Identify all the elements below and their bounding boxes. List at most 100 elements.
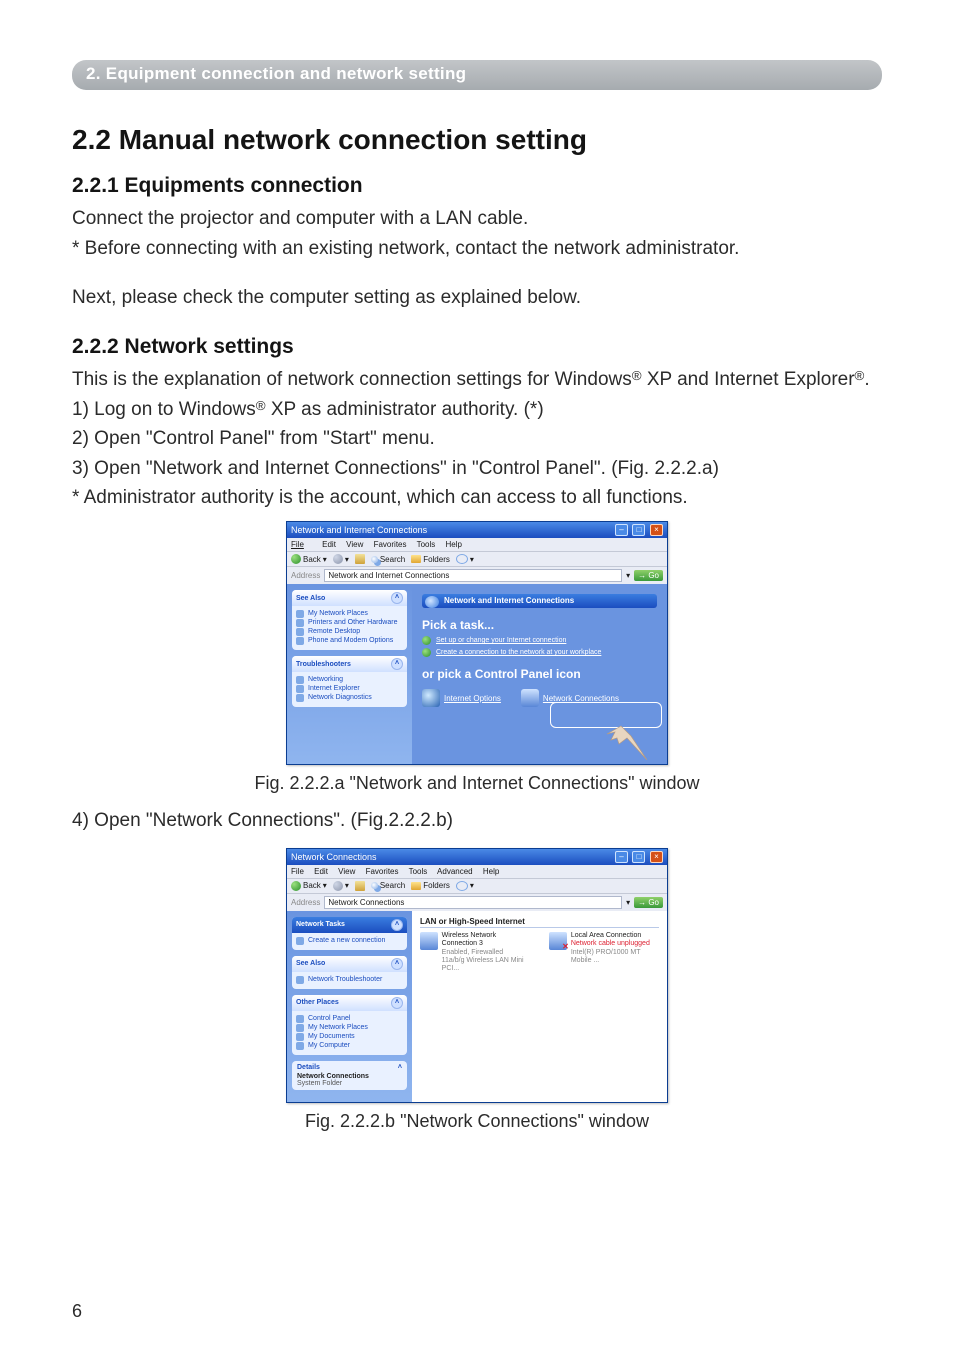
side-box-header[interactable]: See Also˄ xyxy=(292,590,407,606)
cp-icon-label: Internet Options xyxy=(444,694,501,703)
connection-status: Network cable unplugged xyxy=(571,940,659,948)
up-button[interactable] xyxy=(355,881,365,891)
side-panel: See Also˄ My Network Places Printers and… xyxy=(287,584,412,764)
forward-button[interactable]: ▾ xyxy=(333,554,349,564)
side-link-phone-modem[interactable]: Phone and Modem Options xyxy=(296,636,403,645)
menu-tools[interactable]: Tools xyxy=(417,540,436,549)
collapse-icon[interactable]: ˄ xyxy=(391,958,403,970)
side-link-networking[interactable]: Networking xyxy=(296,675,403,684)
close-button[interactable]: × xyxy=(650,851,663,863)
collapse-icon[interactable]: ˄ xyxy=(391,919,403,931)
side-box-header[interactable]: Troubleshooters˄ xyxy=(292,656,407,672)
side-link-network-diagnostics[interactable]: Network Diagnostics xyxy=(296,693,403,702)
cp-icons-row: Internet Options Network Connections xyxy=(422,689,657,707)
cp-icon-network-connections[interactable]: Network Connections xyxy=(521,689,619,707)
back-button[interactable]: Back ▾ xyxy=(291,881,327,891)
side-box-header[interactable]: Other Places˄ xyxy=(292,995,407,1011)
address-dropdown[interactable]: ▾ xyxy=(626,571,630,580)
side-link-network-troubleshooter[interactable]: Network Troubleshooter xyxy=(296,975,403,984)
views-button[interactable]: ▾ xyxy=(456,554,474,564)
side-box-header[interactable]: Network Tasks˄ xyxy=(292,917,407,933)
connection-icon xyxy=(420,932,438,950)
registered-mark-icon: ® xyxy=(632,368,642,383)
side-link-remote-desktop[interactable]: Remote Desktop xyxy=(296,627,403,636)
subsection-2-2-1-title: 2.2.1 Equipments connection xyxy=(72,174,882,198)
task-setup-internet[interactable]: Set up or change your Internet connectio… xyxy=(422,636,657,645)
menu-file[interactable]: File xyxy=(291,867,304,876)
maximize-button[interactable]: □ xyxy=(632,851,645,863)
text: . xyxy=(864,369,869,390)
menu-help[interactable]: Help xyxy=(446,540,462,549)
side-box-troubleshooters: Troubleshooters˄ Networking Internet Exp… xyxy=(292,656,407,707)
search-button[interactable]: Search xyxy=(371,555,405,564)
address-field[interactable]: Network and Internet Connections xyxy=(324,569,622,582)
search-button[interactable]: Search xyxy=(371,881,405,890)
side-box-see-also: See Also˄ My Network Places Printers and… xyxy=(292,590,407,650)
address-label: Address xyxy=(291,898,320,907)
paragraph: Connect the projector and computer with … xyxy=(72,206,882,232)
minimize-button[interactable]: – xyxy=(615,851,628,863)
window-body: Network Tasks˄ Create a new connection S… xyxy=(287,911,667,1102)
step-3: 3) Open "Network and Internet Connection… xyxy=(72,456,882,482)
maximize-button[interactable]: □ xyxy=(632,524,645,536)
go-button[interactable]: → Go xyxy=(634,897,663,908)
folders-button[interactable]: Folders xyxy=(411,555,450,564)
menu-favorites[interactable]: Favorites xyxy=(374,540,407,549)
collapse-icon[interactable]: ˄ xyxy=(398,1064,402,1071)
window-title: Network and Internet Connections xyxy=(291,525,427,535)
menu-file[interactable]: File xyxy=(291,540,312,549)
text: XP and Internet Explorer xyxy=(642,369,855,390)
side-link-control-panel[interactable]: Control Panel xyxy=(296,1014,403,1023)
collapse-icon[interactable]: ˄ xyxy=(391,592,403,604)
menu-bar[interactable]: File Edit View Favorites Tools Advanced … xyxy=(287,865,667,878)
collapse-icon[interactable]: ˄ xyxy=(391,658,403,670)
menu-favorites[interactable]: Favorites xyxy=(366,867,399,876)
side-link-my-network-places[interactable]: My Network Places xyxy=(296,609,403,618)
connection-device: 11a/b/g Wireless LAN Mini PCI... xyxy=(442,957,532,974)
folders-button[interactable]: Folders xyxy=(411,881,450,890)
cp-icon-label: Network Connections xyxy=(543,694,619,703)
connection-local-area[interactable]: Local Area Connection Network cable unpl… xyxy=(549,932,659,974)
window-title: Network Connections xyxy=(291,852,377,862)
window-titlebar[interactable]: Network and Internet Connections – □ × xyxy=(287,522,667,538)
text: XP as administrator authority. (*) xyxy=(266,399,544,420)
menu-help[interactable]: Help xyxy=(483,867,499,876)
views-button[interactable]: ▾ xyxy=(456,881,474,891)
side-link-my-computer[interactable]: My Computer xyxy=(296,1041,403,1050)
connection-wireless[interactable]: Wireless Network Connection 3 Enabled, F… xyxy=(420,932,531,974)
subsection-2-2-2-title: 2.2.2 Network settings xyxy=(72,335,882,359)
task-workplace-connection[interactable]: Create a connection to the network at yo… xyxy=(422,648,657,657)
cp-icon-internet-options[interactable]: Internet Options xyxy=(422,689,501,707)
close-button[interactable]: × xyxy=(650,524,663,536)
up-button[interactable] xyxy=(355,554,365,564)
side-link-internet-explorer[interactable]: Internet Explorer xyxy=(296,684,403,693)
address-field[interactable]: Network Connections xyxy=(324,896,622,909)
menu-view[interactable]: View xyxy=(346,540,363,549)
paragraph: This is the explanation of network conne… xyxy=(72,367,882,393)
collapse-icon[interactable]: ˄ xyxy=(391,997,403,1009)
back-button[interactable]: Back ▾ xyxy=(291,554,327,564)
connection-status: Enabled, Firewalled xyxy=(442,949,532,957)
menu-tools[interactable]: Tools xyxy=(409,867,428,876)
window-titlebar[interactable]: Network Connections – □ × xyxy=(287,849,667,865)
menu-advanced[interactable]: Advanced xyxy=(437,867,473,876)
menu-bar[interactable]: File Edit View Favorites Tools Help xyxy=(287,538,667,551)
minimize-button[interactable]: – xyxy=(615,524,628,536)
search-icon xyxy=(371,882,378,889)
side-link-my-documents[interactable]: My Documents xyxy=(296,1032,403,1041)
go-button[interactable]: → Go xyxy=(634,570,663,581)
address-dropdown[interactable]: ▾ xyxy=(626,898,630,907)
side-box-header[interactable]: See Also˄ xyxy=(292,956,407,972)
side-box-details: Details˄ Network Connections System Fold… xyxy=(292,1061,407,1090)
side-box-header[interactable]: Details˄ xyxy=(297,1064,402,1071)
side-link-create-connection[interactable]: Create a new connection xyxy=(296,936,403,945)
side-link-my-network-places[interactable]: My Network Places xyxy=(296,1023,403,1032)
menu-edit[interactable]: Edit xyxy=(322,540,336,549)
registered-mark-icon: ® xyxy=(256,398,266,413)
page-number: 6 xyxy=(72,1301,82,1322)
menu-edit[interactable]: Edit xyxy=(314,867,328,876)
menu-view[interactable]: View xyxy=(338,867,355,876)
forward-button[interactable]: ▾ xyxy=(333,881,349,891)
side-link-printers-hardware[interactable]: Printers and Other Hardware xyxy=(296,618,403,627)
toolbar: Back ▾ ▾ Search Folders ▾ xyxy=(287,878,667,893)
